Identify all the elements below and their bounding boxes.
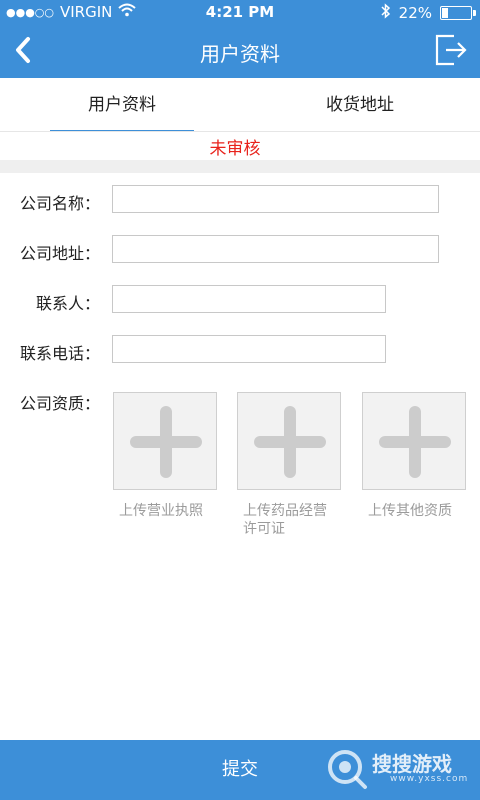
- status-bar: ●●●○○ VIRGIN 4:21 PM 22%: [0, 0, 480, 24]
- tab-user-profile[interactable]: 用户资料: [50, 78, 194, 132]
- company-name-input[interactable]: [112, 185, 439, 213]
- qualification-label: 公司资质：: [19, 394, 100, 413]
- tab-label: 用户资料: [88, 95, 156, 115]
- page-title: 用户资料: [200, 42, 280, 66]
- tab-bar: 用户资料 收货地址: [0, 78, 480, 132]
- battery-percent: 22%: [398, 4, 432, 22]
- contact-person-input[interactable]: [112, 285, 386, 313]
- audit-status: 未审核: [209, 139, 261, 159]
- logout-icon: [435, 34, 467, 66]
- upload-caption: 上传其他资质: [368, 503, 452, 519]
- upload-caption: 上传药品经营 许可证: [243, 502, 327, 538]
- battery-icon: [440, 6, 476, 20]
- plus-icon: [379, 406, 451, 478]
- watermark-url: www.yxss.com: [390, 774, 469, 784]
- company-address-label: 公司地址：: [19, 244, 100, 263]
- upload-drug-license-button[interactable]: [237, 392, 341, 490]
- top-bar: ●●●○○ VIRGIN 4:21 PM 22% 用户资料: [0, 0, 480, 78]
- contact-phone-input[interactable]: [112, 335, 386, 363]
- tab-shipping-address[interactable]: 收货地址: [288, 78, 432, 132]
- contact-person-label: 联系人：: [35, 294, 100, 313]
- company-name-label: 公司名称：: [19, 194, 100, 213]
- section-separator: [0, 160, 480, 173]
- upload-caption-line: 许可证: [243, 521, 285, 537]
- search-icon: [328, 750, 367, 789]
- contact-phone-label: 联系电话：: [19, 344, 100, 363]
- nav-bar: 用户资料: [0, 24, 480, 78]
- upload-business-license-button[interactable]: [113, 392, 217, 490]
- watermark-text: 搜搜游戏: [372, 752, 452, 776]
- company-address-input[interactable]: [112, 235, 439, 263]
- plus-icon: [130, 406, 202, 478]
- bluetooth-icon: [381, 3, 391, 23]
- upload-caption-line: 上传药品经营: [243, 503, 327, 519]
- upload-other-qualification-button[interactable]: [362, 392, 466, 490]
- plus-icon: [254, 406, 326, 478]
- submit-label: 提交: [222, 759, 258, 780]
- logout-button[interactable]: [434, 33, 468, 67]
- watermark: 搜搜游戏 www.yxss.com: [326, 740, 476, 800]
- divider: [0, 131, 480, 132]
- upload-caption: 上传营业执照: [119, 503, 203, 519]
- tab-label: 收货地址: [326, 95, 394, 115]
